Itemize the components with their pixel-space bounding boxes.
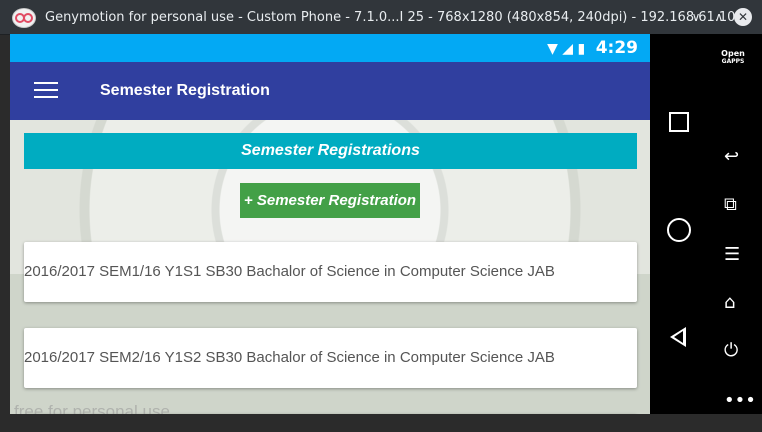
back-arrow-icon[interactable]: ↩ [724,146,739,167]
list-item[interactable]: 2016/2017 SEM1/16 Y1S1 SB30 Bachalor of … [24,242,637,302]
genymotion-sidebar: Open GAPPS ↩ ⧉ ☰ ⌂ ⏻ ••• [712,34,762,414]
watermark: free for personal use [14,402,170,414]
wifi-icon: ▼ [547,41,558,57]
android-screen: ▼ ◢ ▮ 4:29 Semester Registration Semeste… [10,34,650,414]
window-bottom [0,414,762,432]
android-nav-bar [650,34,712,414]
clock: 4:29 [595,38,638,58]
maximize-button[interactable]: ∧ [710,8,728,26]
signal-icon: ◢ [562,41,574,57]
power-icon[interactable]: ⏻ [724,340,738,361]
genymotion-logo-icon [12,8,36,28]
status-bar: ▼ ◢ ▮ 4:29 [10,34,650,62]
close-button[interactable]: ✕ [734,8,752,26]
home-sidebar-icon[interactable]: ⌂ [724,292,735,313]
minimize-button[interactable]: ∨ [687,8,705,26]
back-icon[interactable] [670,327,686,347]
battery-icon: ▮ [577,41,586,57]
hamburger-menu-icon[interactable] [34,82,58,100]
app-toolbar: Semester Registration [10,62,650,120]
registration-text: 2016/2017 SEM2/16 Y1S2 SB30 Bachalor of … [24,349,555,366]
recents-icon[interactable] [669,112,689,132]
window-title: Genymotion for personal use - Custom Pho… [45,10,744,25]
recent-apps-icon[interactable]: ⧉ [724,194,737,215]
section-header: Semester Registrations [24,133,637,169]
opengapps-logo[interactable]: Open GAPPS [720,50,746,66]
window-titlebar: Genymotion for personal use - Custom Pho… [0,0,762,35]
page-title: Semester Registration [100,82,270,99]
home-icon[interactable] [667,218,691,242]
menu-icon[interactable]: ☰ [724,244,740,265]
more-icon[interactable]: ••• [724,390,756,411]
add-semester-registration-button[interactable]: + Semester Registration [240,183,420,218]
list-item[interactable]: 2016/2017 SEM2/16 Y1S2 SB30 Bachalor of … [24,328,637,388]
registration-text: 2016/2017 SEM1/16 Y1S1 SB30 Bachalor of … [24,263,555,280]
